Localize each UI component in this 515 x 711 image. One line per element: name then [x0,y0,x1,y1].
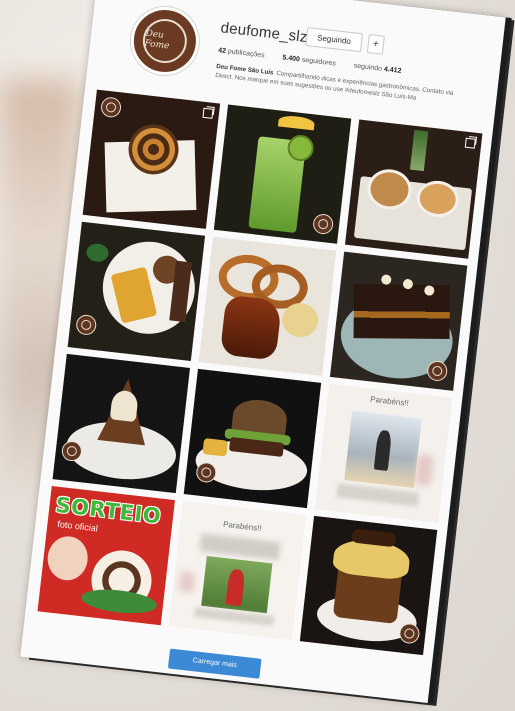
birthday-caption: Parabéns!! [222,519,263,534]
post-thumbnail[interactable]: Parabéns!! [168,500,307,641]
brand-badge-icon [398,622,421,645]
brand-badge-icon [426,359,449,383]
instagram-profile-printout: Deu Fome deufome_slz Seguindo + 42 publi… [20,0,506,703]
post-thumbnail[interactable]: Parabéns!! [314,383,453,524]
multiple-photos-icon [202,107,214,119]
brand-badge-icon [99,96,123,119]
post-thumbnail[interactable] [67,221,206,361]
post-thumbnail[interactable] [299,515,438,656]
post-grid: Parabéns!! SORTEIO foto oficial Parabéns… [37,89,483,656]
avatar[interactable]: Deu Fome [127,3,203,79]
followers-stat[interactable]: 5.400 seguidores [282,54,336,67]
brand-badge-icon [312,213,335,236]
brand-badge-icon [75,313,98,336]
post-thumbnail[interactable] [329,251,468,391]
post-thumbnail[interactable] [82,89,221,229]
multiple-photos-icon [464,137,476,149]
load-more-button[interactable]: Carregar mais [167,648,262,679]
post-thumbnail[interactable]: SORTEIO foto oficial [37,486,175,626]
more-options-button[interactable]: + [366,34,385,55]
post-thumbnail[interactable] [198,236,337,376]
post-thumbnail[interactable] [344,119,483,259]
posts-stat: 42 publicações [217,47,265,60]
post-thumbnail[interactable] [213,104,352,244]
post-thumbnail[interactable] [183,368,322,509]
following-stat[interactable]: seguindo 4.412 [353,63,401,75]
bio-text: Compartilhando dicas e experiências gast… [214,69,454,102]
giveaway-subtitle: foto oficial [56,518,99,534]
avatar-logo-icon: Deu Fome [140,16,190,66]
birthday-caption: Parabéns!! [369,394,410,408]
post-thumbnail[interactable] [52,353,191,494]
username: deufome_slz [219,19,309,47]
following-button[interactable]: Seguindo [305,27,363,53]
profile-bio: Deu Fome São LuísCompartilhando dicas e … [215,63,470,109]
